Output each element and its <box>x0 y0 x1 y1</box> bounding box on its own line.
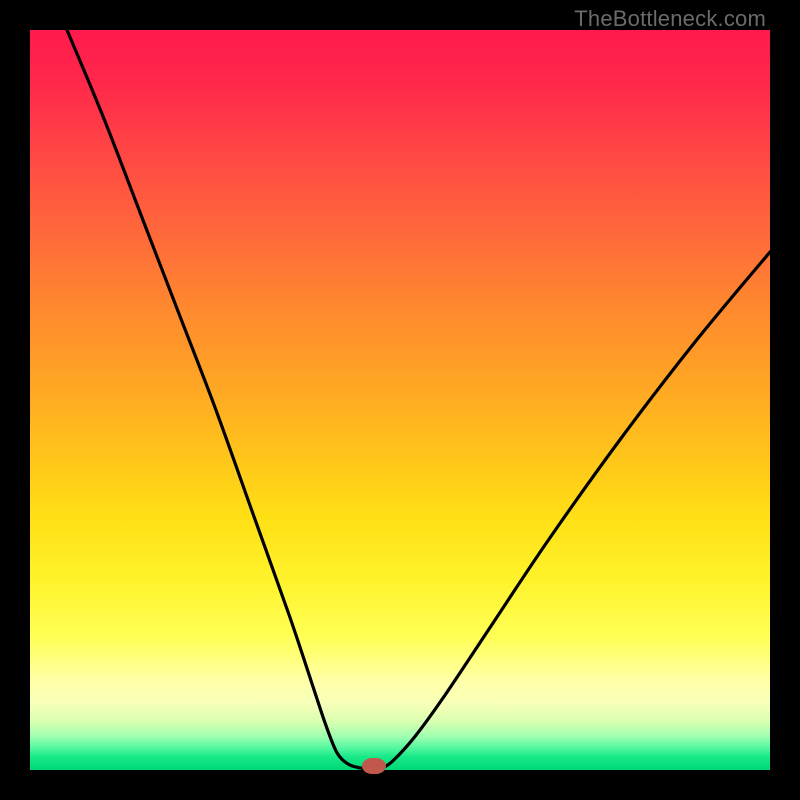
chart-frame: TheBottleneck.com <box>0 0 800 800</box>
plot-area <box>30 30 770 770</box>
optimum-marker <box>362 758 386 774</box>
curve-path <box>67 30 770 769</box>
bottleneck-curve <box>30 30 770 770</box>
watermark-text: TheBottleneck.com <box>574 6 766 32</box>
